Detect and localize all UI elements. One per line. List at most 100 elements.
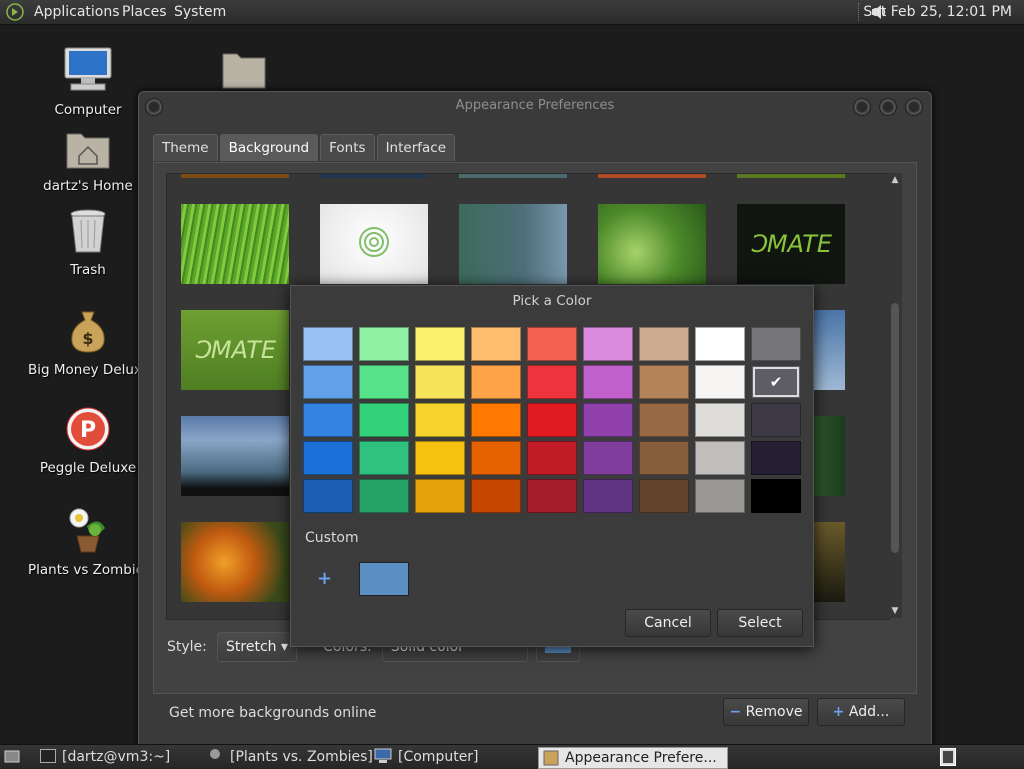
wallpaper-thumbnail[interactable] (181, 174, 289, 178)
custom-color-swatch[interactable] (359, 562, 409, 596)
color-swatch[interactable] (527, 403, 577, 437)
wallpaper-thumbnail[interactable] (459, 204, 567, 284)
cancel-button[interactable]: Cancel (625, 609, 711, 637)
add-button[interactable]: + Add... (817, 698, 905, 726)
maximize-button[interactable] (879, 98, 897, 116)
taskbar-item-appearance[interactable]: Appearance Prefere... (538, 747, 728, 769)
color-swatch[interactable] (527, 479, 577, 513)
color-swatch[interactable] (415, 327, 465, 361)
taskbar-item-pvz[interactable]: [Plants vs. Zombies] (230, 747, 373, 767)
desktop-icon-pvz[interactable]: Plants vs Zombies (28, 506, 151, 578)
desktop-icon-folder[interactable] (184, 50, 304, 94)
tab-interface[interactable]: Interface (376, 134, 456, 161)
wallpaper-thumbnail[interactable]: ƆMATE (181, 310, 289, 390)
color-swatch[interactable] (415, 365, 465, 399)
color-swatch[interactable] (751, 441, 801, 475)
tab-theme[interactable]: Theme (153, 134, 218, 161)
color-swatch[interactable] (527, 327, 577, 361)
desktop-icon-home[interactable]: dartz's Home (28, 128, 148, 194)
mate-logo-icon[interactable] (6, 3, 24, 21)
color-swatch[interactable] (527, 365, 577, 399)
places-menu[interactable]: Places (122, 4, 167, 20)
color-swatch[interactable] (415, 441, 465, 475)
style-dropdown[interactable]: Stretch ▾ (217, 632, 298, 662)
color-swatch[interactable] (695, 403, 745, 437)
wallpaper-thumbnail[interactable] (320, 174, 428, 178)
color-swatch[interactable] (695, 365, 745, 399)
get-more-backgrounds-link[interactable]: Get more backgrounds online (169, 705, 376, 721)
minimize-button[interactable] (853, 98, 871, 116)
wallpaper-thumbnail[interactable] (181, 204, 289, 284)
color-swatch[interactable] (359, 327, 409, 361)
color-swatch[interactable] (583, 365, 633, 399)
taskbar-item-computer[interactable]: [Computer] (398, 747, 479, 767)
wallpaper-scrollbar[interactable]: ▲ ▼ (888, 173, 902, 618)
color-swatch[interactable] (695, 479, 745, 513)
color-swatch[interactable] (471, 403, 521, 437)
color-swatch[interactable] (583, 441, 633, 475)
tab-background[interactable]: Background (219, 134, 319, 161)
scroll-down-icon[interactable]: ▼ (888, 606, 902, 616)
wallpaper-thumbnail[interactable] (737, 174, 845, 178)
select-button[interactable]: Select (717, 609, 803, 637)
color-swatch[interactable] (639, 365, 689, 399)
color-swatch[interactable] (695, 441, 745, 475)
color-swatch[interactable] (471, 441, 521, 475)
color-swatch[interactable] (751, 327, 801, 361)
remove-button[interactable]: − Remove (723, 698, 809, 726)
terminal-icon (40, 749, 56, 763)
color-swatch[interactable] (639, 479, 689, 513)
color-swatch[interactable] (471, 327, 521, 361)
wallpaper-thumbnail[interactable] (320, 204, 428, 284)
trash-icon (70, 209, 106, 253)
desktop-icon-label: Trash (70, 262, 106, 278)
wallpaper-thumbnail[interactable] (598, 174, 706, 178)
scrollbar-thumb[interactable] (891, 303, 899, 553)
color-swatch[interactable] (359, 441, 409, 475)
desktop-icon-peggle[interactable]: P Peggle Deluxe (28, 406, 148, 476)
color-swatch[interactable] (527, 441, 577, 475)
color-swatch[interactable] (359, 365, 409, 399)
scroll-up-icon[interactable]: ▲ (888, 175, 902, 185)
tab-fonts[interactable]: Fonts (320, 134, 375, 161)
close-button[interactable] (905, 98, 923, 116)
wallpaper-thumbnail[interactable] (459, 174, 567, 178)
color-swatch[interactable] (751, 403, 801, 437)
color-swatch[interactable] (303, 403, 353, 437)
color-swatch[interactable] (751, 479, 801, 513)
color-swatch[interactable]: ✔ (751, 365, 801, 399)
add-custom-color-icon[interactable]: + (317, 568, 332, 589)
color-swatch[interactable] (415, 479, 465, 513)
color-swatch[interactable] (583, 479, 633, 513)
color-swatch[interactable] (359, 403, 409, 437)
color-swatch[interactable] (639, 441, 689, 475)
color-swatch[interactable] (639, 403, 689, 437)
svg-text:$: $ (82, 329, 93, 348)
mate-wordmark-icon: ƆMATE (194, 336, 277, 364)
color-swatch[interactable] (583, 327, 633, 361)
wallpaper-thumbnail[interactable] (181, 416, 289, 496)
color-swatch[interactable] (639, 327, 689, 361)
wallpaper-thumbnail[interactable]: ƆMATE (737, 204, 845, 284)
clock[interactable]: Sat Feb 25, 12:01 PM (863, 4, 1012, 20)
workspace-switcher-icon[interactable] (940, 748, 956, 766)
desktop-icon-big-money[interactable]: $ Big Money Deluxe (28, 308, 150, 378)
color-swatch[interactable] (583, 403, 633, 437)
color-swatch[interactable] (303, 327, 353, 361)
color-swatch[interactable] (303, 479, 353, 513)
color-swatch[interactable] (303, 441, 353, 475)
desktop-icon-trash[interactable]: Trash (28, 208, 148, 278)
system-menu[interactable]: System (174, 4, 226, 20)
color-swatch[interactable] (695, 327, 745, 361)
color-swatch[interactable] (303, 365, 353, 399)
color-swatch[interactable] (359, 479, 409, 513)
desktop-icon-computer[interactable]: Computer (28, 46, 148, 118)
taskbar-item-terminal[interactable]: [dartz@vm3:~] (62, 747, 170, 767)
color-swatch[interactable] (471, 479, 521, 513)
color-swatch[interactable] (415, 403, 465, 437)
color-swatch[interactable] (471, 365, 521, 399)
applications-menu[interactable]: Applications (34, 4, 120, 20)
wallpaper-thumbnail[interactable] (181, 522, 289, 602)
show-desktop-icon[interactable] (4, 749, 20, 765)
wallpaper-thumbnail[interactable] (598, 204, 706, 284)
